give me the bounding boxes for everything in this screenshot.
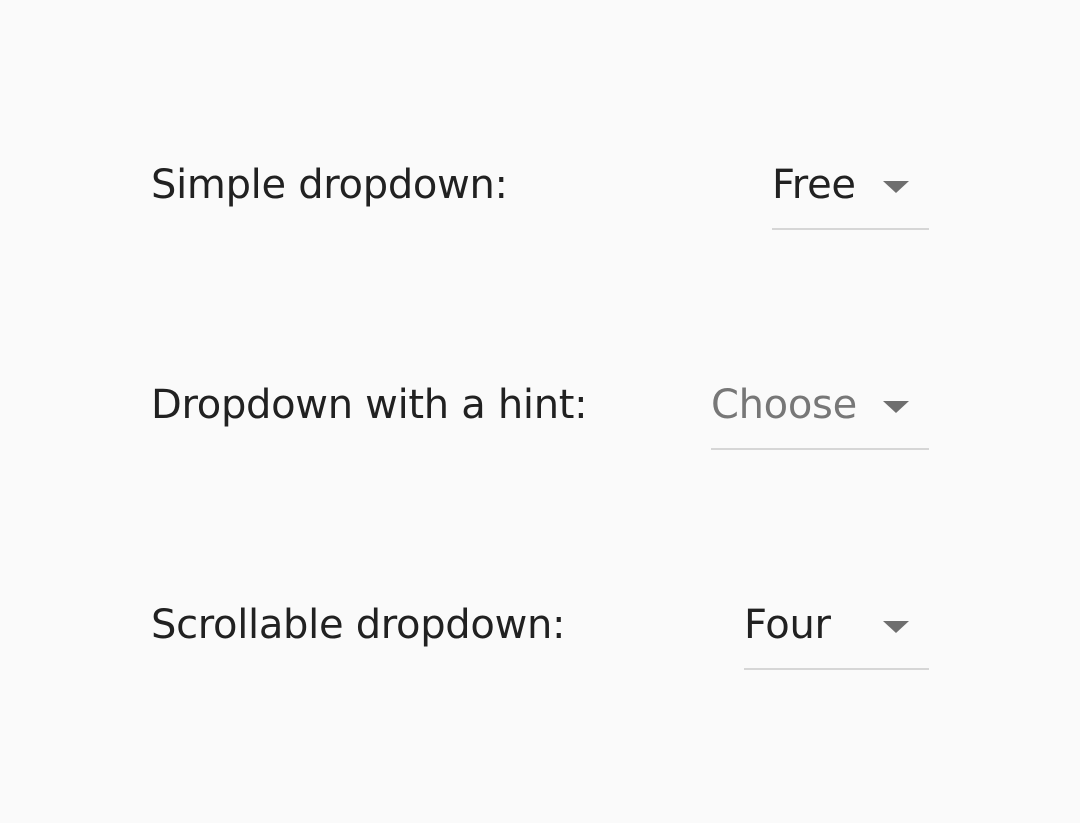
hint-dropdown-row: Dropdown with a hint: Choose [151, 360, 929, 450]
scrollable-dropdown-value: Four [744, 602, 831, 648]
arrow-drop-down-icon [883, 181, 909, 193]
scrollable-dropdown[interactable]: Four [744, 580, 929, 670]
simple-dropdown-label: Simple dropdown: [151, 162, 508, 208]
hint-dropdown-label: Dropdown with a hint: [151, 382, 588, 428]
simple-dropdown-row: Simple dropdown: Free [151, 140, 929, 230]
scrollable-dropdown-label: Scrollable dropdown: [151, 602, 566, 648]
scrollable-dropdown-row: Scrollable dropdown: Four [151, 580, 929, 670]
hint-dropdown-hint: Choose [711, 382, 857, 428]
simple-dropdown[interactable]: Free [772, 140, 929, 230]
arrow-drop-down-icon [883, 621, 909, 633]
dropdown-demo-screen: Simple dropdown: Free Dropdown with a hi… [0, 0, 1080, 823]
arrow-drop-down-icon [883, 401, 909, 413]
hint-dropdown[interactable]: Choose [711, 360, 929, 450]
simple-dropdown-value: Free [772, 162, 856, 208]
